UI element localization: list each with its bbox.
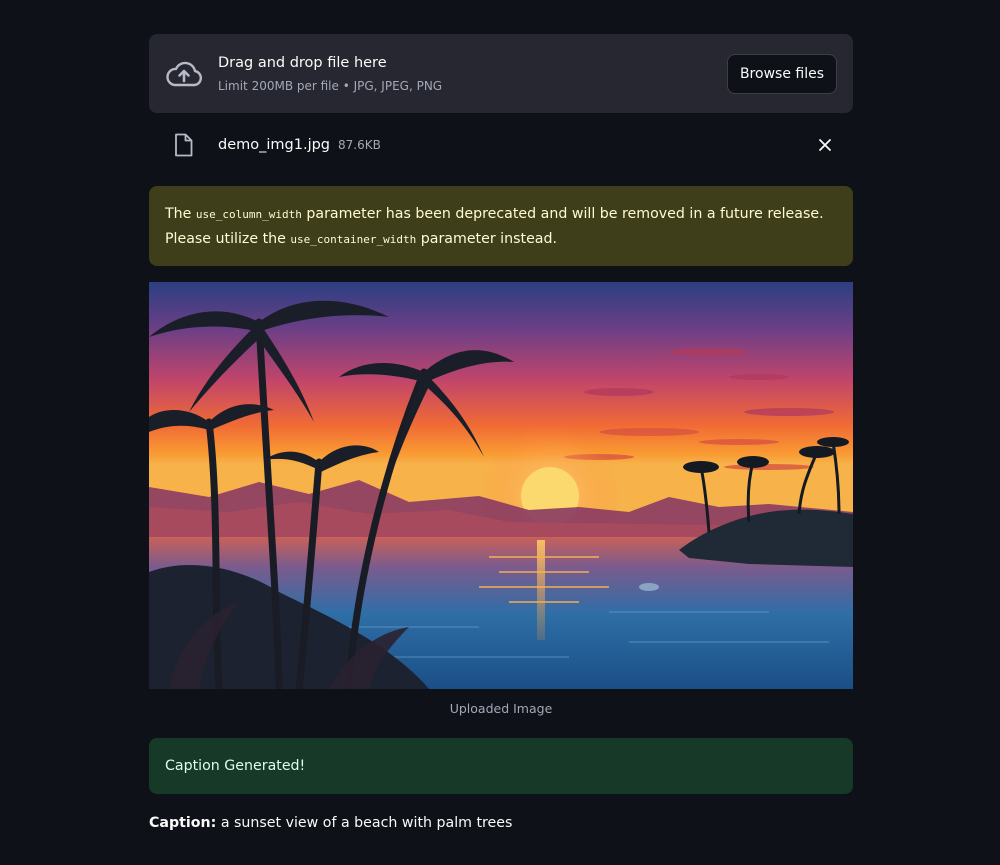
warning-text-1: The bbox=[165, 206, 196, 222]
dropzone-title: Drag and drop file here bbox=[218, 54, 387, 71]
browse-files-button[interactable]: Browse files bbox=[726, 53, 837, 94]
file-icon bbox=[172, 132, 194, 158]
caption-result: Caption: a sunset view of a beach with p… bbox=[149, 815, 853, 831]
caption-label: Caption: bbox=[149, 815, 217, 831]
dropzone-text: Drag and drop file here Limit 200MB per … bbox=[218, 54, 727, 94]
sunset-beach-image bbox=[149, 282, 853, 689]
file-name: demo_img1.jpg bbox=[218, 137, 330, 153]
deprecation-warning: The use_column_width parameter has been … bbox=[149, 186, 853, 266]
close-icon[interactable] bbox=[815, 135, 835, 155]
cloud-upload-icon bbox=[165, 59, 203, 89]
file-dropzone[interactable]: Drag and drop file here Limit 200MB per … bbox=[149, 34, 853, 113]
success-alert: Caption Generated! bbox=[149, 738, 853, 794]
dropzone-limit: Limit 200MB per file • JPG, JPEG, PNG bbox=[218, 78, 443, 93]
uploaded-file-row: demo_img1.jpg 87.6KB bbox=[149, 113, 853, 177]
warning-code-1: use_column_width bbox=[195, 208, 302, 221]
warning-code-2: use_container_width bbox=[290, 233, 417, 246]
file-size: 87.6KB bbox=[338, 138, 381, 152]
image-caption: Uploaded Image bbox=[449, 701, 553, 716]
success-message: Caption Generated! bbox=[165, 758, 306, 774]
caption-text: a sunset view of a beach with palm trees bbox=[216, 815, 513, 831]
uploaded-image bbox=[149, 282, 853, 689]
warning-text-3: parameter instead. bbox=[416, 231, 558, 247]
main-container: Drag and drop file here Limit 200MB per … bbox=[149, 34, 853, 831]
